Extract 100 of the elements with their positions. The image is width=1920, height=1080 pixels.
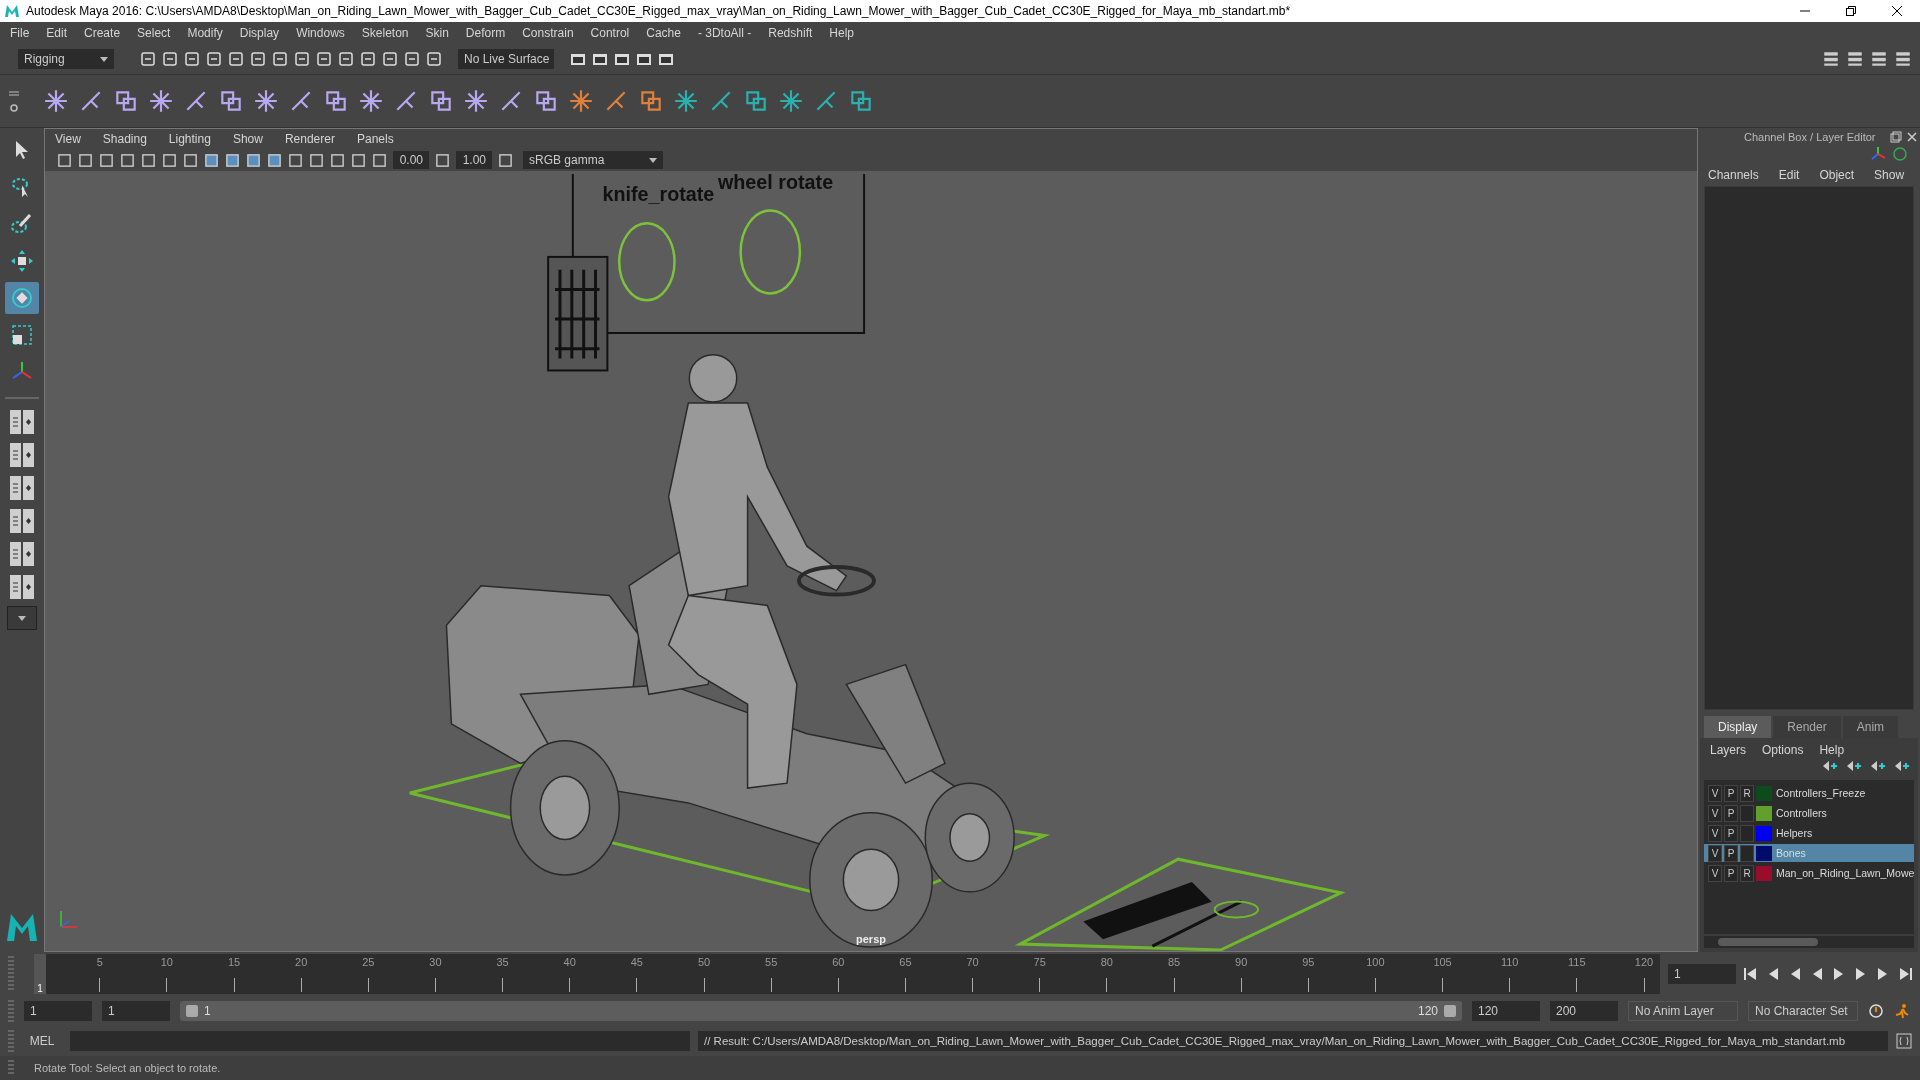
playback-toggle[interactable]: P [1724,844,1738,862]
panel-menu-item[interactable]: View [55,132,81,146]
frame-number: 40 [563,956,576,969]
playback-end-field[interactable]: 120 [1472,1001,1540,1021]
panel-menu-item[interactable]: Renderer [284,132,335,146]
layer-menu-item[interactable]: Help [1819,743,1845,757]
range-end-handle[interactable] [1444,1005,1456,1017]
channel-menu-item[interactable]: Object [1819,168,1855,182]
horizontal-scrollbar[interactable] [1704,936,1914,948]
playback-toggle[interactable]: P [1724,824,1738,842]
channel-menu-item[interactable]: Channels [1708,168,1759,182]
layer-color-swatch[interactable] [1756,805,1772,821]
layer-menu-item[interactable]: Layers [1710,743,1747,757]
playback-toggle[interactable]: P [1724,864,1738,882]
current-frame-marker[interactable]: 1 [34,954,46,994]
menu-item[interactable]: Edit [46,26,68,40]
reference-toggle[interactable]: R [1740,784,1754,802]
gamma-field[interactable]: 1.00 [456,151,492,169]
caret-icon[interactable] [649,157,657,163]
visibility-toggle[interactable]: V [1708,804,1722,822]
float-icon[interactable] [1890,131,1902,143]
playback-start-field[interactable]: 1 [102,1001,170,1021]
go-to-end-icon[interactable] [1898,967,1912,981]
frame-number: 90 [1235,956,1248,969]
menu-item[interactable]: Skin [425,26,449,40]
layer-color-swatch[interactable] [1756,825,1772,841]
layer-action-icon[interactable] [1870,760,1886,772]
panel-menu-item[interactable]: Panels [356,132,394,146]
range-slider[interactable]: 1 120 [180,1001,1462,1021]
menu-item[interactable]: Control [590,26,630,40]
exposure-field[interactable]: 0.00 [393,151,429,169]
menu-item[interactable]: Deform [465,26,506,40]
expand-toolbox-button[interactable] [7,606,37,630]
script-editor-icon[interactable] [1896,1033,1912,1049]
channel-menu-item[interactable]: Show [1874,168,1905,182]
layer-editor-tab[interactable]: Display [1704,716,1772,738]
range-start-handle[interactable] [186,1005,198,1017]
color-space-dropdown[interactable]: sRGB gamma [523,151,663,169]
live-surface-field[interactable]: No Live Surface [458,49,554,69]
panel-menu-item[interactable]: Show [232,132,263,146]
layer-color-swatch[interactable] [1756,785,1772,801]
reference-toggle[interactable]: R [1740,864,1754,882]
visibility-toggle[interactable]: V [1708,824,1722,842]
menu-set-dropdown[interactable]: Rigging [18,49,114,69]
layer-editor-tab[interactable]: Render [1773,716,1841,738]
layer-editor-tab[interactable]: Anim [1842,716,1899,738]
command-input-field[interactable] [70,1031,690,1051]
panel-menu-item[interactable]: Shading [102,132,147,146]
playback-toggle[interactable]: P [1724,804,1738,822]
menu-item[interactable]: Skeleton [361,26,409,40]
layer-row[interactable]: V P R Man_on_Riding_Lawn_Mowe [1704,864,1914,882]
display-type-toggle[interactable] [1740,824,1754,842]
layer-color-swatch[interactable] [1756,845,1772,861]
frame-number: 115 [1568,956,1586,969]
character-set-dropdown[interactable]: No Character Set [1748,1001,1858,1021]
menu-item[interactable]: File [10,26,30,40]
frame-number: 55 [765,956,778,969]
menu-item[interactable]: Select [137,26,171,40]
layer-action-icon[interactable] [1894,760,1910,772]
menu-item[interactable]: Windows [296,26,345,40]
circle-icon[interactable] [1892,146,1908,162]
menu-item[interactable]: Cache [646,26,681,40]
visibility-toggle[interactable]: V [1708,864,1722,882]
layer-action-icon[interactable] [1846,760,1862,772]
menu-item[interactable]: Redshift [768,26,813,40]
menu-item[interactable]: Constrain [522,26,574,40]
camera-name: persp [856,933,886,945]
menu-item[interactable]: Display [239,26,280,40]
end-frame-field[interactable]: 200 [1550,1001,1618,1021]
menu-item[interactable]: - 3DtoAll - [697,26,752,40]
time-slider[interactable]: 1 5 10 15 20 25 30 35 40 45 50 55 60 65 70 75 80 85 90 95 100 105 110 115 120 [34,954,1660,994]
display-type-toggle[interactable] [1740,804,1754,822]
menu-item[interactable]: Create [84,26,121,40]
playback-toggle[interactable]: P [1724,784,1738,802]
display-type-toggle[interactable] [1740,844,1754,862]
layer-row[interactable]: V P Controllers [1704,804,1914,822]
layer-row[interactable]: V P R Controllers_Freeze [1704,784,1914,802]
layer-color-swatch[interactable] [1756,865,1772,881]
layer-menu-item[interactable]: Options [1762,743,1804,757]
auto-key-icon[interactable] [1868,1003,1884,1019]
anim-layer-dropdown[interactable]: No Anim Layer [1628,1001,1738,1021]
command-language-label[interactable]: MEL [22,1034,62,1048]
go-to-start-icon[interactable] [1744,967,1758,981]
layer-action-icon[interactable] [1822,760,1838,772]
frame-number: 60 [832,956,845,969]
channel-menu-item[interactable]: Edit [1778,168,1800,182]
caret-icon[interactable] [100,56,108,62]
start-frame-field[interactable]: 1 [24,1001,92,1021]
menu-item[interactable]: Help [829,26,854,40]
current-frame-field[interactable]: 1 [1668,964,1736,984]
visibility-toggle[interactable]: V [1708,784,1722,802]
layer-row[interactable]: V P Bones [1704,844,1914,862]
layer-row[interactable]: V P Helpers [1704,824,1914,842]
visibility-toggle[interactable]: V [1708,844,1722,862]
axis-icon[interactable] [1870,146,1886,162]
menu-item[interactable]: Modify [187,26,223,40]
panel-menu-item[interactable]: Lighting [168,132,211,146]
close-icon[interactable] [1892,6,1902,16]
restore-icon[interactable] [1846,6,1856,16]
caret-icon[interactable] [18,615,26,621]
